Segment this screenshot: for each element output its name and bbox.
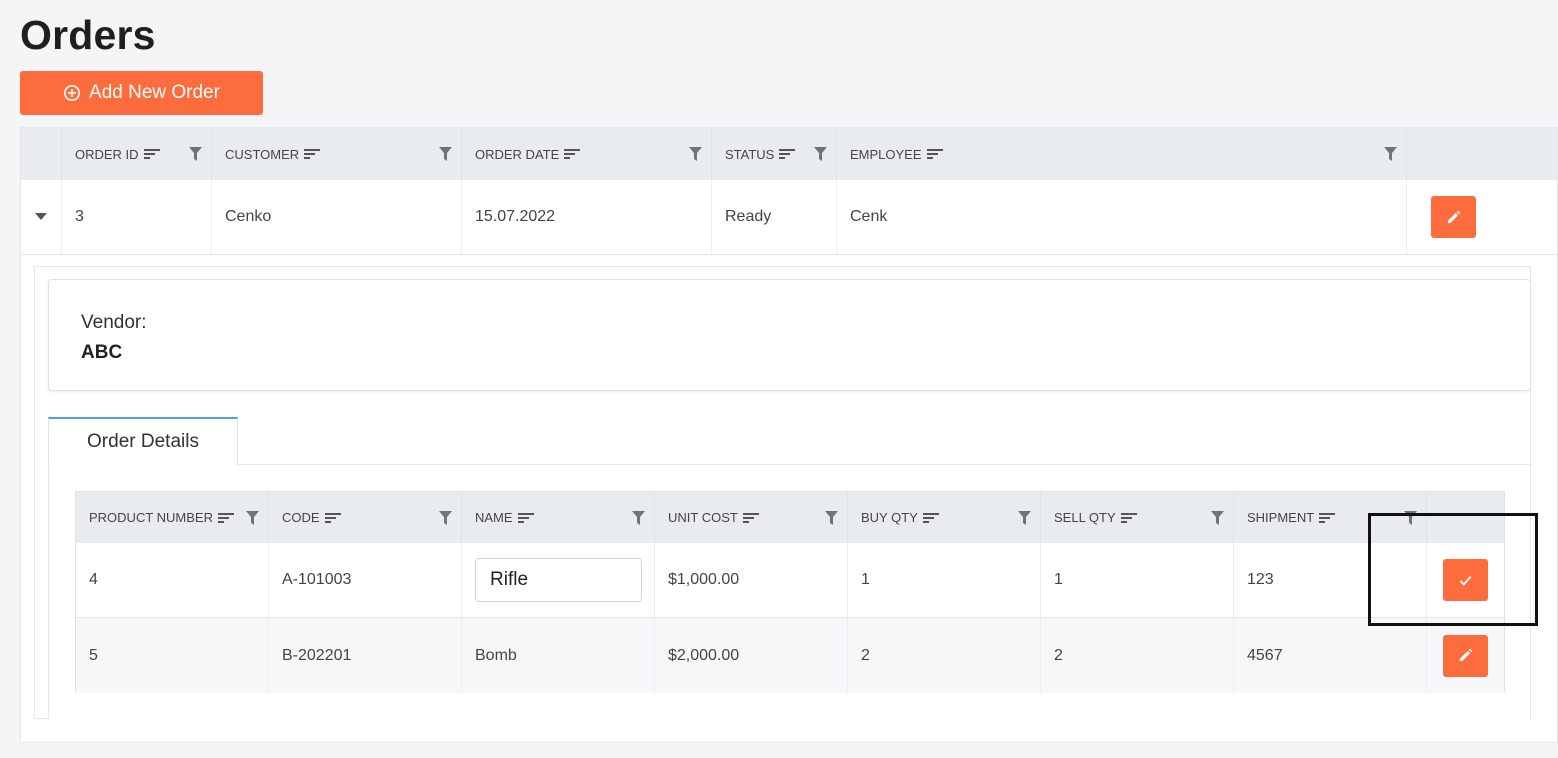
plus-circle-icon [64,84,81,102]
page-title: Orders [20,12,156,58]
caret-down-icon[interactable] [35,213,47,221]
column-header-label: SHIPMENT [1247,510,1315,525]
tab-order-details[interactable]: Order Details [48,417,238,465]
actions-column-header [1407,128,1557,180]
cell-shipment: 4567 [1234,618,1427,693]
filter-icon[interactable] [689,147,702,161]
column-header-label: CODE [282,510,320,525]
vendor-label: Vendor: [81,312,147,333]
column-header-label: UNIT COST [668,510,738,525]
column-header-customer[interactable]: CUSTOMER [212,128,462,180]
column-header-employee[interactable]: EMPLOYEE [837,128,1407,180]
column-header-sell-qty[interactable]: SELL QTY [1041,492,1234,543]
orders-grid-header: ORDER ID CUSTOMER ORDER DATE STATUS EMPL… [21,128,1557,180]
filter-icon[interactable] [814,147,827,161]
sort-icon[interactable] [143,148,160,160]
filter-icon[interactable] [439,510,452,525]
filter-icon[interactable] [1404,510,1417,525]
cell-sell-qty: 2 [1041,618,1234,693]
sort-icon[interactable] [517,512,534,524]
filter-icon[interactable] [1384,147,1397,161]
sort-icon[interactable] [742,512,759,524]
filter-icon[interactable] [189,147,202,161]
table-row: 5 B-202201 Bomb $2,000.00 2 2 4567 [76,618,1504,693]
cell-order-date: 15.07.2022 [462,180,712,254]
filter-icon[interactable] [632,510,645,525]
table-row: 4 A-101003 $1,000.00 1 1 123 [76,543,1504,618]
column-header-code[interactable]: CODE [269,492,462,543]
sort-icon[interactable] [922,512,939,524]
sort-icon[interactable] [304,148,321,160]
cell-code: B-202201 [269,618,462,693]
filter-icon[interactable] [1018,510,1031,525]
cell-name [462,543,655,617]
cell-product-number: 5 [76,618,269,693]
column-header-label: BUY QTY [861,510,918,525]
column-header-product-number[interactable]: PRODUCT NUMBER [76,492,269,543]
orders-grid: ORDER ID CUSTOMER ORDER DATE STATUS EMPL… [20,127,1558,743]
sort-icon[interactable] [324,512,341,524]
edit-row-button[interactable] [1443,634,1488,677]
add-new-order-label: Add New Order [89,82,220,103]
pencil-icon [1447,210,1460,223]
sort-icon[interactable] [1120,512,1137,524]
pencil-icon [1459,648,1473,662]
cell-status: Ready [712,180,837,254]
name-input[interactable] [475,558,642,602]
column-header-status[interactable]: STATUS [712,128,837,180]
order-detail-panel: Vendor: ABC Order Details PRODUCT NUMBER… [34,266,1531,719]
actions-cell [1427,543,1504,617]
cell-order-id: 3 [62,180,212,254]
column-header-label: CUSTOMER [225,146,300,162]
column-header-label: PRODUCT NUMBER [89,510,213,525]
cell-employee: Cenk [837,180,1407,254]
column-header-label: SELL QTY [1054,510,1116,525]
table-row: 3 Cenko 15.07.2022 Ready Cenk [21,180,1557,255]
save-row-button[interactable] [1443,559,1488,601]
column-header-name[interactable]: NAME [462,492,655,543]
vendor-value: ABC [81,342,123,363]
cell-product-number: 4 [76,543,269,617]
actions-cell [1407,180,1557,254]
filter-icon[interactable] [246,510,259,525]
cell-buy-qty: 1 [848,543,1041,617]
order-details-tab-panel: PRODUCT NUMBER CODE NAME UNIT COST BUY Q… [48,464,1531,719]
cell-unit-cost: $1,000.00 [655,543,848,617]
expand-column-header [21,128,62,180]
column-header-buy-qty[interactable]: BUY QTY [848,492,1041,543]
column-header-label: STATUS [725,146,775,162]
cell-buy-qty: 2 [848,618,1041,693]
order-details-grid: PRODUCT NUMBER CODE NAME UNIT COST BUY Q… [75,491,1505,693]
sort-icon[interactable] [564,148,581,160]
filter-icon[interactable] [439,147,452,161]
filter-icon[interactable] [825,510,838,525]
actions-column-header [1427,492,1504,543]
check-icon [1459,575,1472,586]
column-header-label: EMPLOYEE [850,146,922,162]
column-header-label: ORDER DATE [475,146,560,162]
actions-cell [1427,618,1504,693]
column-header-unit-cost[interactable]: UNIT COST [655,492,848,543]
column-header-label: NAME [475,510,513,525]
cell-sell-qty: 1 [1041,543,1234,617]
column-header-order-id[interactable]: ORDER ID [62,128,212,180]
sort-icon[interactable] [218,512,234,524]
column-header-order-date[interactable]: ORDER DATE [462,128,712,180]
filter-icon[interactable] [1211,510,1224,525]
order-details-grid-header: PRODUCT NUMBER CODE NAME UNIT COST BUY Q… [76,492,1504,543]
cell-name: Bomb [462,618,655,693]
column-header-shipment[interactable]: SHIPMENT [1234,492,1427,543]
cell-shipment: 123 [1234,543,1427,617]
cell-unit-cost: $2,000.00 [655,618,848,693]
sort-icon[interactable] [926,148,943,160]
vendor-card: Vendor: ABC [48,279,1531,391]
cell-customer: Cenko [212,180,462,254]
sort-icon[interactable] [1319,512,1336,524]
column-header-label: ORDER ID [75,146,139,162]
sort-icon[interactable] [779,148,796,160]
edit-order-button[interactable] [1430,196,1476,238]
cell-code: A-101003 [269,543,462,617]
add-new-order-button[interactable]: Add New Order [20,71,263,115]
expand-cell[interactable] [21,180,62,254]
